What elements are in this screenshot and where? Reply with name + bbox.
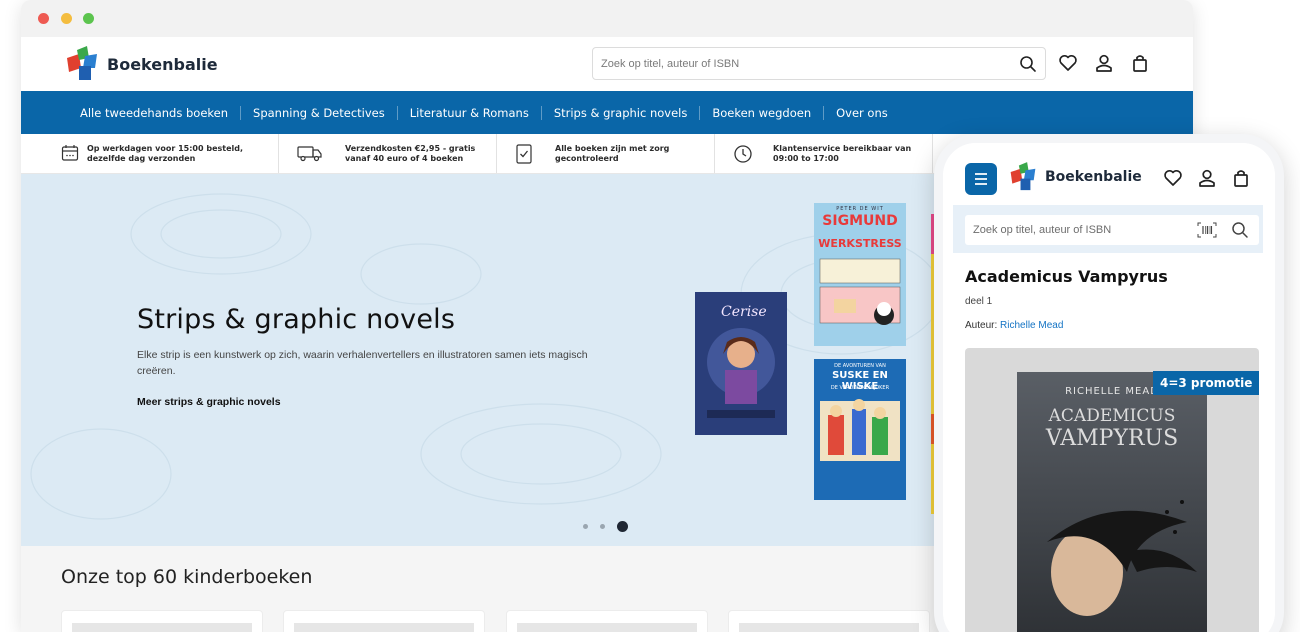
search-input[interactable] xyxy=(593,48,993,79)
product-author: Auteur: Richelle Mead xyxy=(965,320,1063,331)
usp-text: Alle boeken zijn met zorg gecontroleerd xyxy=(555,144,670,163)
header-actions xyxy=(1058,53,1152,75)
mobile-brand-logo[interactable]: Boekenbalie xyxy=(1009,161,1142,193)
bag-icon[interactable] xyxy=(1231,168,1253,190)
book-title: Cerise xyxy=(721,304,767,320)
calendar-icon xyxy=(61,145,79,161)
heart-icon[interactable] xyxy=(1163,168,1185,190)
barcode-scan-icon[interactable] xyxy=(1197,222,1217,242)
maximize-window-button[interactable] xyxy=(83,13,94,24)
product-image-placeholder xyxy=(72,623,252,632)
mobile-search-box xyxy=(965,215,1259,245)
nav-item-sell-books[interactable]: Boeken wegdoen xyxy=(700,106,823,120)
product-card[interactable] xyxy=(506,610,708,632)
usp-item-quality: Alle boeken zijn met zorg gecontroleerd xyxy=(497,134,715,173)
mobile-header-actions xyxy=(1163,168,1253,190)
menu-button[interactable] xyxy=(965,163,997,195)
book-subtitle: DE VERDWENEN JOKER xyxy=(830,385,890,391)
book-cover-sigmund[interactable]: PETER DE WIT SIGMUND WERKSTRESS xyxy=(814,203,906,346)
search-bar xyxy=(592,47,1046,80)
product-image-placeholder xyxy=(517,623,697,632)
book-subtitle: DE AVONTUREN VAN xyxy=(834,363,886,369)
carousel-dot[interactable] xyxy=(600,524,605,529)
carousel-indicators xyxy=(583,521,628,532)
product-card[interactable] xyxy=(61,610,263,632)
window-titlebar xyxy=(21,0,1193,37)
minimize-window-button[interactable] xyxy=(61,13,72,24)
product-title: Academicus Vampyrus xyxy=(965,267,1168,286)
carousel-dot-active[interactable] xyxy=(617,521,628,532)
logo-icon xyxy=(67,46,97,80)
book-cover-suske-wiske[interactable]: DE AVONTUREN VAN SUSKE EN WISKE DE VERDW… xyxy=(814,359,906,500)
nav-item-literature[interactable]: Literatuur & Romans xyxy=(398,106,541,120)
heart-icon[interactable] xyxy=(1058,53,1080,75)
logo-icon xyxy=(1010,162,1036,191)
mobile-device: Boekenbalie Zoek op titel, auteur of ISB… xyxy=(934,134,1284,632)
hero-description: Elke strip is een kunstwerk op zich, waa… xyxy=(137,349,588,377)
user-icon[interactable] xyxy=(1197,168,1219,190)
product-card[interactable] xyxy=(728,610,930,632)
book-cover-academicus-vampyrus: RICHELLE MEAD ACADEMICUS VAMPYRUS xyxy=(1017,372,1207,632)
mobile-header: Boekenbalie xyxy=(943,143,1275,205)
usp-item-shipping-cost: Verzendkosten €2,95 - gratis vanaf 40 eur… xyxy=(279,134,497,173)
search-icon[interactable] xyxy=(1019,55,1037,77)
brand-name: Boekenbalie xyxy=(107,54,218,74)
carousel-dot[interactable] xyxy=(583,524,588,529)
product-image-placeholder xyxy=(739,623,919,632)
usp-text: Verzendkosten €2,95 - gratis vanaf 40 eur… xyxy=(345,144,476,163)
nav-item-comics[interactable]: Strips & graphic novels xyxy=(542,106,700,120)
usp-item-customer-service: Klantenservice bereikbaar van 09:00 to 17… xyxy=(715,134,933,173)
usp-item-shipping-time: Op werkdagen voor 15:00 besteld, dezelfde… xyxy=(21,134,279,173)
hero-cta-link[interactable]: Meer strips & graphic novels xyxy=(137,396,281,408)
product-card[interactable] xyxy=(283,610,485,632)
hamburger-icon xyxy=(975,173,987,185)
book-cover-cerise[interactable]: Cerise xyxy=(695,292,787,435)
product-volume: deel 1 xyxy=(965,296,993,307)
product-image-placeholder xyxy=(294,623,474,632)
brand-name: Boekenbalie xyxy=(1045,169,1142,185)
main-navigation: Alle tweedehands boeken Spanning & Detec… xyxy=(21,91,1193,134)
cover-title-line2: VAMPYRUS xyxy=(1045,426,1179,451)
book-title: SIGMUND xyxy=(822,213,898,229)
usp-text: Op werkdagen voor 15:00 besteld, dezelfde… xyxy=(87,144,244,163)
cover-title-line1: ACADEMICUS xyxy=(1048,406,1176,426)
clock-icon xyxy=(734,145,752,163)
checklist-icon xyxy=(516,144,532,164)
book-author: PETER DE WIT xyxy=(836,206,884,212)
promotion-badge: 4=3 promotie xyxy=(1153,371,1260,395)
search-icon[interactable] xyxy=(1231,221,1249,243)
truck-icon xyxy=(297,146,322,162)
nav-item-all-books[interactable]: Alle tweedehands boeken xyxy=(68,106,240,120)
author-label: Auteur: xyxy=(965,320,998,331)
nav-item-about[interactable]: Over ons xyxy=(824,106,900,120)
section-title: Onze top 60 kinderboeken xyxy=(61,566,313,588)
user-icon[interactable] xyxy=(1094,53,1116,75)
close-window-button[interactable] xyxy=(38,13,49,24)
nav-item-thrillers[interactable]: Spanning & Detectives xyxy=(241,106,397,120)
hero-title: Strips & graphic novels xyxy=(137,304,456,335)
book-subtitle: WERKSTRESS xyxy=(818,237,902,250)
mobile-search-bar xyxy=(953,205,1263,253)
mobile-screen: Boekenbalie Zoek op titel, auteur of ISB… xyxy=(943,143,1275,632)
bag-icon[interactable] xyxy=(1130,53,1152,75)
usp-text: Klantenservice bereikbaar van 09:00 to 17… xyxy=(773,144,912,163)
brand-logo[interactable]: Boekenbalie xyxy=(65,46,218,82)
site-header: Boekenbalie xyxy=(21,37,1193,91)
mobile-search-input[interactable] xyxy=(965,215,1185,245)
author-link[interactable]: Richelle Mead xyxy=(1000,320,1063,331)
